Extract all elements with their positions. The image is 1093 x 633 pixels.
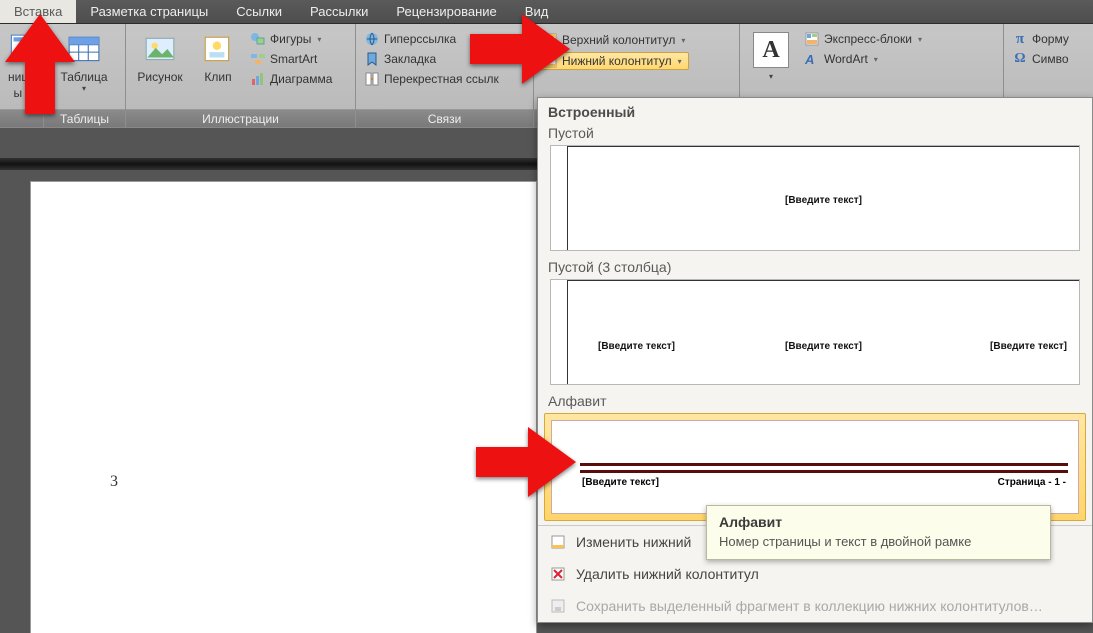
placeholder-text: [Введите текст]: [582, 477, 659, 488]
symbol-button[interactable]: Ω Симво: [1008, 50, 1073, 68]
clipart-icon: [200, 32, 236, 68]
clipart-label: Клип: [204, 70, 231, 84]
page-number-text: 3: [110, 473, 118, 491]
tooltip-body: Номер страницы и текст в двойной рамке: [719, 534, 1038, 549]
wordart-button[interactable]: A WordArt: [800, 50, 926, 68]
formula-label: Форму: [1032, 32, 1069, 46]
placeholder-text: [Введите текст]: [785, 341, 862, 352]
omega-icon: Ω: [1012, 51, 1028, 67]
gallery-item-empty[interactable]: [Введите текст]: [550, 145, 1080, 251]
tooltip-title: Алфавит: [719, 514, 1038, 530]
textbox-button[interactable]: A ▾: [744, 28, 798, 81]
quickparts-icon: [804, 31, 820, 47]
page-label-text: Страница - 1 -: [998, 477, 1066, 488]
placeholder-text: [Введите текст]: [785, 195, 862, 206]
wordart-icon: A: [804, 51, 820, 67]
chart-button[interactable]: Диаграмма: [246, 70, 336, 88]
gallery-cat-empty: Пустой: [538, 123, 1092, 145]
quickparts-label: Экспресс-блоки: [824, 32, 912, 46]
header-label: Верхний колонтитул: [562, 33, 675, 47]
document-page[interactable]: 3: [31, 182, 536, 633]
smartart-button[interactable]: SmartArt: [246, 50, 336, 68]
tooltip: Алфавит Номер страницы и текст в двойной…: [706, 505, 1051, 560]
gallery-cat-alpha: Алфавит: [538, 391, 1092, 413]
chart-icon: [250, 71, 266, 87]
delete-icon: [548, 564, 568, 584]
tab-page-layout[interactable]: Разметка страницы: [76, 0, 222, 23]
annotation-arrow-2: [470, 14, 570, 84]
placeholder-text: [Введите текст]: [990, 341, 1067, 352]
save-selection-label: Сохранить выделенный фрагмент в коллекци…: [576, 598, 1043, 614]
picture-icon: [142, 32, 178, 68]
gallery-item-empty3[interactable]: [Введите текст] [Введите текст] [Введите…: [550, 279, 1080, 385]
group-links-label: Связи: [356, 109, 533, 127]
formula-button[interactable]: π Форму: [1008, 30, 1073, 48]
annotation-arrow-3: [476, 427, 576, 497]
placeholder-text: [Введите текст]: [598, 341, 675, 352]
smartart-icon: [250, 51, 266, 67]
chart-label: Диаграмма: [270, 72, 332, 86]
delete-footer-button[interactable]: Удалить нижний колонтитул: [538, 558, 1092, 590]
annotation-arrow-1: [5, 14, 75, 114]
shapes-icon: [250, 31, 266, 47]
tab-mailings[interactable]: Рассылки: [296, 0, 382, 23]
picture-button[interactable]: Рисунок: [130, 28, 190, 84]
symbol-label: Симво: [1032, 52, 1069, 66]
group-illustrations-label: Иллюстрации: [126, 109, 355, 127]
delete-footer-label: Удалить нижний колонтитул: [576, 566, 759, 582]
save-selection-button: Сохранить выделенный фрагмент в коллекци…: [538, 590, 1092, 622]
save-icon: [548, 596, 568, 616]
hyperlink-icon: [364, 31, 380, 47]
edit-footer-label: Изменить нижний: [576, 534, 691, 550]
shapes-button[interactable]: Фигуры: [246, 30, 336, 48]
tab-references[interactable]: Ссылки: [222, 0, 296, 23]
bookmark-label: Закладка: [384, 52, 436, 66]
hyperlink-label: Гиперссылка: [384, 32, 456, 46]
gallery-cat-empty3: Пустой (3 столбца): [538, 257, 1092, 279]
svg-text:A: A: [804, 52, 814, 67]
picture-label: Рисунок: [137, 70, 182, 84]
crossref-icon: [364, 71, 380, 87]
footer-label: Нижний колонтитул: [562, 54, 672, 68]
gallery-heading: Встроенный: [538, 98, 1092, 123]
edit-icon: [548, 532, 568, 552]
pi-icon: π: [1012, 31, 1028, 47]
bookmark-icon: [364, 51, 380, 67]
wordart-label: WordArt: [824, 52, 868, 66]
clipart-button[interactable]: Клип: [192, 28, 244, 84]
smartart-label: SmartArt: [270, 52, 317, 66]
shapes-label: Фигуры: [270, 32, 311, 46]
quickparts-button[interactable]: Экспресс-блоки: [800, 30, 926, 48]
textbox-icon: A: [753, 32, 789, 68]
